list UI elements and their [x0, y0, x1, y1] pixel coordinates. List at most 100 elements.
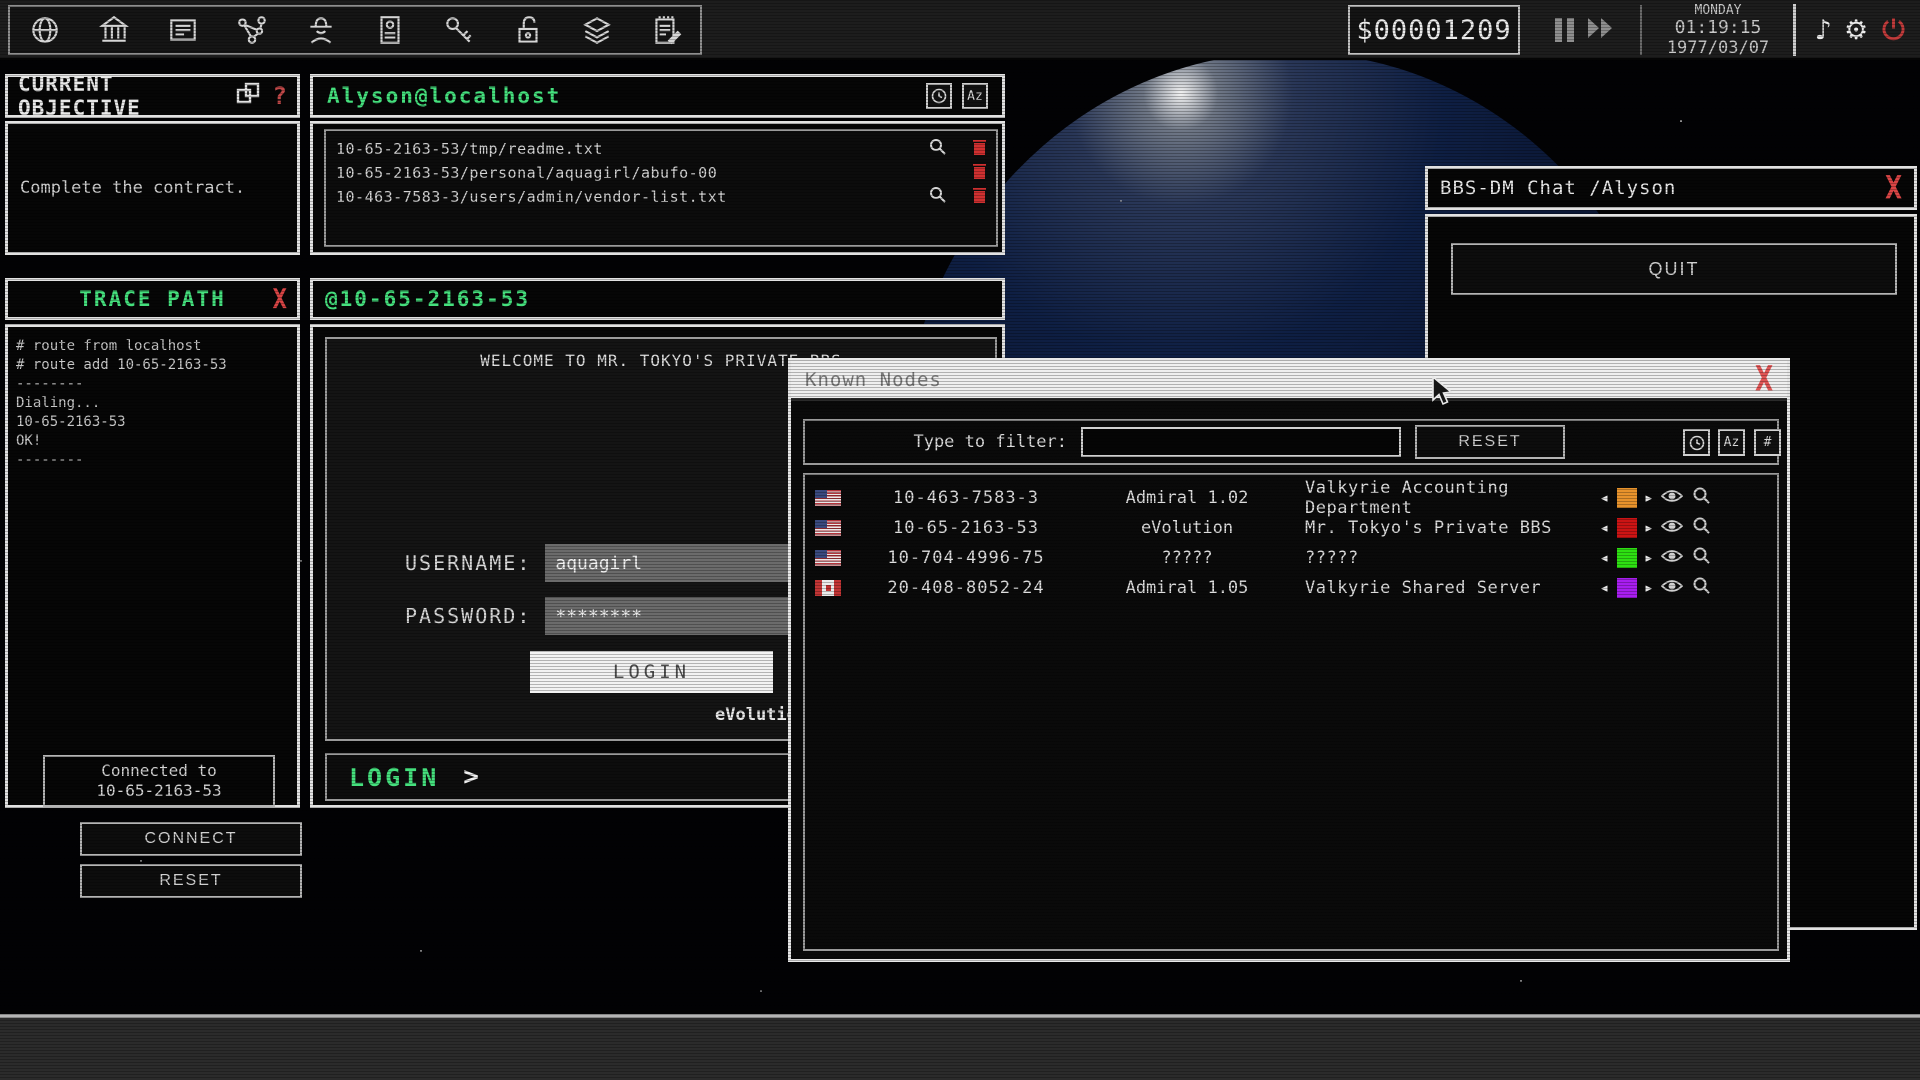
password-field[interactable]	[545, 597, 788, 635]
file-row[interactable]: 10-65-2163-53/tmp/readme.txt	[326, 137, 996, 161]
objective-panel-header: CURRENT OBJECTIVE ?	[5, 74, 300, 118]
settings-gear-icon[interactable]: ⚙	[1844, 15, 1868, 46]
watch-node-icon[interactable]	[1661, 488, 1683, 509]
known-nodes-title: Known Nodes	[805, 369, 942, 391]
color-next-arrow[interactable]: ▸	[1646, 551, 1653, 566]
files-panel-title: Alyson@localhost	[327, 84, 561, 108]
sort-az-button[interactable]: Az	[962, 83, 988, 109]
notes-icon[interactable]	[647, 11, 685, 49]
trace-log-line: # route add 10-65-2163-53	[16, 356, 289, 375]
file-row[interactable]: 10-463-7583-3/users/admin/vendor-list.tx…	[326, 185, 996, 209]
known-nodes-titlebar[interactable]: Known Nodes X	[791, 361, 1787, 401]
close-icon[interactable]: X	[1755, 362, 1773, 397]
file-path: 10-463-7583-3/users/admin/vendor-list.tx…	[336, 188, 929, 206]
color-prev-arrow[interactable]: ◂	[1601, 521, 1608, 536]
watch-node-icon[interactable]	[1661, 578, 1683, 599]
file-row[interactable]: 10-65-2163-53/personal/aquagirl/abufo-00	[326, 161, 996, 185]
trace-log-line: OK!	[16, 432, 289, 451]
help-icon[interactable]: ?	[273, 82, 287, 110]
password-label: PASSWORD:	[405, 604, 531, 628]
trace-panel-body: # route from localhost # route add 10-65…	[5, 324, 300, 808]
filter-row: Type to filter: RESET Az #	[803, 419, 1779, 465]
node-version: Admiral 1.02	[1081, 488, 1293, 508]
inspect-node-icon[interactable]	[1692, 576, 1711, 600]
file-path: 10-65-2163-53/tmp/readme.txt	[336, 140, 929, 158]
power-icon[interactable]	[1880, 15, 1907, 46]
color-prev-arrow[interactable]: ◂	[1601, 491, 1608, 506]
close-icon[interactable]: X	[1885, 172, 1902, 204]
objective-panel-body: Complete the contract.	[5, 121, 300, 255]
filter-input[interactable]	[1081, 427, 1401, 457]
node-number: 10-65-2163-53	[851, 518, 1081, 538]
node-color-swatch[interactable]	[1617, 518, 1637, 538]
filter-reset-button[interactable]: RESET	[1415, 425, 1565, 459]
spy-icon[interactable]	[302, 11, 340, 49]
inspect-node-icon[interactable]	[1692, 516, 1711, 540]
watch-node-icon[interactable]	[1661, 518, 1683, 539]
top-toolbar: $00001209 MONDAY 01:19:15 1977/03/07 ♪ ⚙	[0, 0, 1920, 60]
color-next-arrow[interactable]: ▸	[1646, 491, 1653, 506]
windows-icon[interactable]	[235, 81, 261, 111]
node-row[interactable]: 10-704-4996-75 ????? ????? ◂ ▸	[805, 543, 1777, 573]
node-row[interactable]: 10-65-2163-53 eVolution Mr. Tokyo's Priv…	[805, 513, 1777, 543]
known-nodes-window: Known Nodes X Type to filter: RESET Az #…	[788, 358, 1790, 962]
sort-az-button[interactable]: Az	[1718, 429, 1745, 456]
sort-number-button[interactable]: #	[1754, 429, 1781, 456]
node-version: eVolution	[1081, 518, 1293, 538]
view-file-icon[interactable]	[929, 138, 947, 160]
filter-label: Type to filter:	[805, 421, 1067, 463]
objective-text: Complete the contract.	[20, 178, 245, 198]
chevron-right-icon: >	[463, 762, 479, 792]
color-prev-arrow[interactable]: ◂	[1601, 551, 1608, 566]
node-row[interactable]: 20-408-8052-24 Admiral 1.05 Valkyrie Sha…	[805, 573, 1777, 603]
node-row[interactable]: 10-463-7583-3 Admiral 1.02 Valkyrie Acco…	[805, 483, 1777, 513]
node-number: 10-463-7583-3	[851, 488, 1081, 508]
node-version: ?????	[1081, 548, 1293, 568]
pause-button[interactable]	[1555, 18, 1574, 42]
sort-time-button[interactable]	[926, 83, 952, 109]
software-icon[interactable]	[578, 11, 616, 49]
quit-button[interactable]: QUIT	[1451, 243, 1897, 295]
files-panel-header: Alyson@localhost Az	[310, 74, 1005, 118]
trace-log-line: # route from localhost	[16, 337, 289, 356]
time-controls	[1528, 5, 1642, 55]
trace-reset-button[interactable]: RESET	[80, 864, 302, 898]
sort-time-button[interactable]	[1683, 429, 1710, 456]
bank-icon[interactable]	[95, 11, 133, 49]
news-icon[interactable]	[164, 11, 202, 49]
key-icon[interactable]	[440, 11, 478, 49]
node-color-swatch[interactable]	[1617, 488, 1637, 508]
color-next-arrow[interactable]: ▸	[1646, 581, 1653, 596]
node-name: Mr. Tokyo's Private BBS	[1293, 518, 1601, 538]
username-label: USERNAME:	[405, 551, 531, 575]
watch-node-icon[interactable]	[1661, 548, 1683, 569]
trace-log-line: --------	[16, 375, 289, 394]
delete-file-icon[interactable]	[973, 139, 986, 159]
network-icon[interactable]	[233, 11, 271, 49]
files-panel-body: 10-65-2163-53/tmp/readme.txt 10-65-2163-…	[310, 121, 1005, 255]
node-color-swatch[interactable]	[1617, 548, 1637, 568]
node-color-swatch[interactable]	[1617, 578, 1637, 598]
objective-title: CURRENT OBJECTIVE	[18, 72, 235, 120]
footer-login-label: LOGIN	[349, 763, 439, 792]
broken-lock-icon[interactable]	[509, 11, 547, 49]
view-file-icon[interactable]	[929, 186, 947, 208]
color-next-arrow[interactable]: ▸	[1646, 521, 1653, 536]
login-button[interactable]: LOGIN	[530, 651, 773, 693]
delete-file-icon[interactable]	[973, 163, 986, 183]
music-icon[interactable]: ♪	[1815, 15, 1832, 46]
close-icon[interactable]: X	[273, 285, 287, 313]
delete-file-icon[interactable]	[973, 187, 986, 207]
inspect-node-icon[interactable]	[1692, 546, 1711, 570]
flag-us-icon	[815, 520, 841, 536]
world-icon[interactable]	[26, 11, 64, 49]
username-field[interactable]	[545, 544, 788, 582]
color-prev-arrow[interactable]: ◂	[1601, 581, 1608, 596]
connect-button[interactable]: CONNECT	[80, 822, 302, 856]
node-name: ?????	[1293, 548, 1601, 568]
flag-us-icon	[815, 550, 841, 566]
id-card-icon[interactable]	[371, 11, 409, 49]
inspect-node-icon[interactable]	[1692, 486, 1711, 510]
money-display: $00001209	[1348, 5, 1520, 55]
fast-forward-button[interactable]	[1588, 17, 1614, 43]
